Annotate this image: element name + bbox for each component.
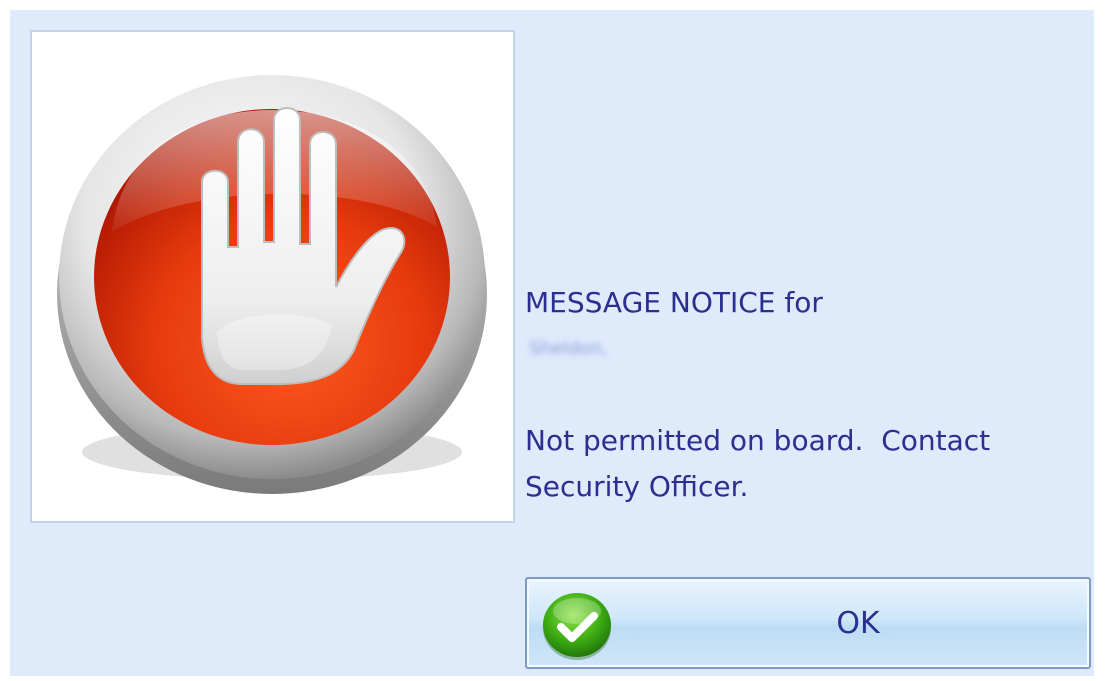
stop-image-panel: [30, 30, 515, 523]
stop-hand-icon: [57, 75, 487, 494]
message-text: MESSAGE NOTICE for Sheldon, Not permitte…: [525, 280, 1085, 510]
ok-button-label: OK: [836, 605, 880, 641]
message-body-line2: Security Officer.: [525, 470, 749, 503]
message-notice-dialog: MESSAGE NOTICE for Sheldon, Not permitte…: [10, 10, 1094, 676]
ok-button[interactable]: OK: [525, 577, 1091, 669]
message-heading: MESSAGE NOTICE for: [525, 286, 823, 319]
message-body-line1: Not permitted on board. Contact: [525, 424, 991, 457]
recipient-name: Sheldon,: [529, 338, 608, 359]
